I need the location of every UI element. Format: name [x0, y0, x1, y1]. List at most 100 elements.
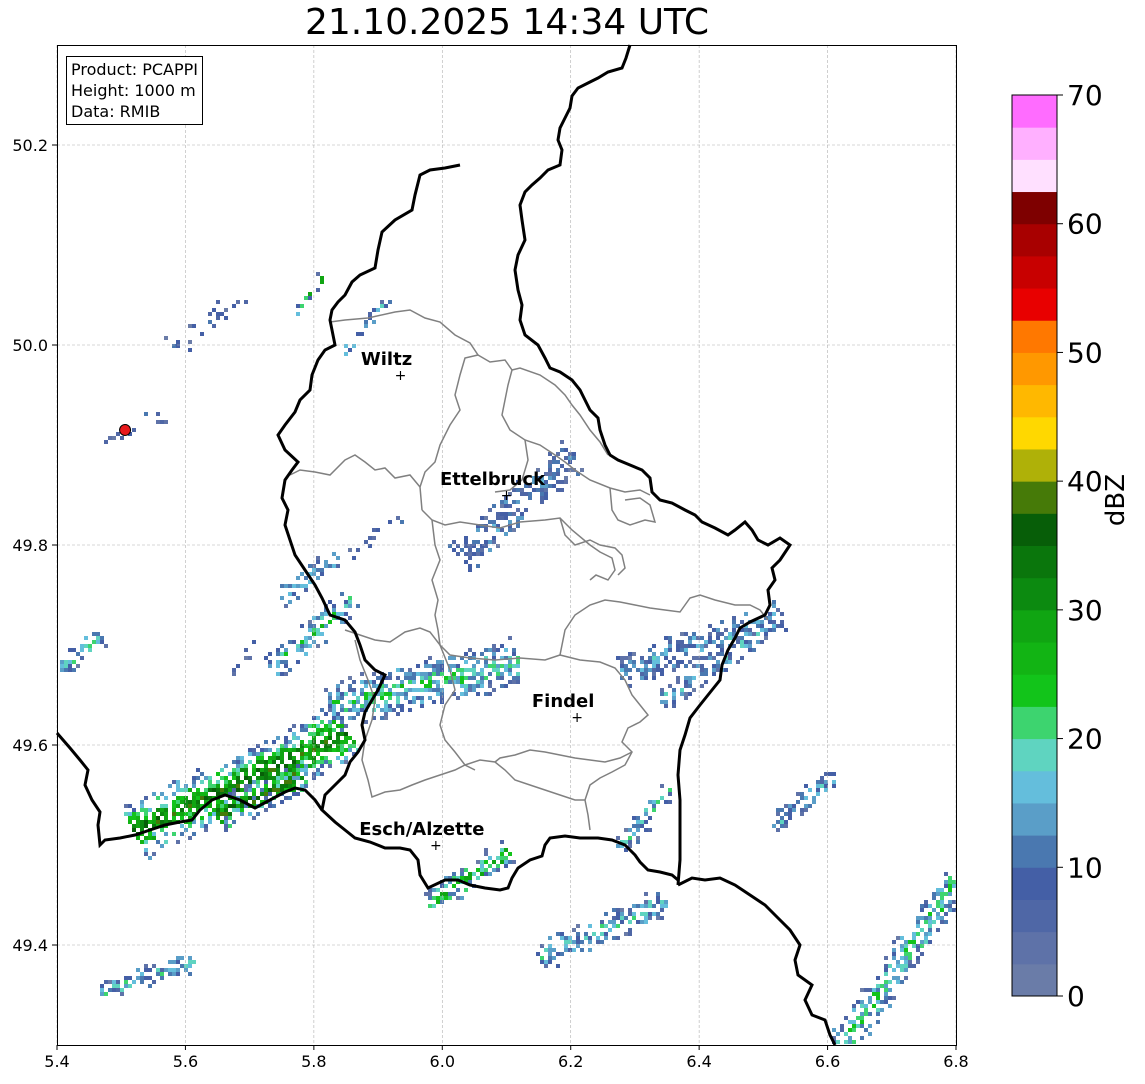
echo-pixel: [276, 784, 280, 788]
colorbar-segment: [1012, 320, 1057, 353]
echo-pixel: [324, 560, 328, 564]
echo-pixel: [624, 668, 628, 672]
echo-pixel: [788, 804, 792, 808]
echo-pixel: [236, 776, 240, 780]
echo-pixel: [340, 752, 344, 756]
echo-pixel: [456, 696, 460, 700]
echo-pixel: [572, 928, 576, 932]
echo-pixel: [684, 680, 688, 684]
x-tick-label: 5.8: [301, 1052, 326, 1071]
echo-pixel: [296, 576, 300, 580]
echo-pixel: [360, 680, 364, 684]
border-lux-de-fr: [677, 876, 837, 1046]
echo-pixel: [496, 664, 500, 668]
echo-pixel: [780, 816, 784, 820]
echo-pixel: [232, 800, 236, 804]
echo-pixel: [668, 644, 672, 648]
echo-pixel: [560, 932, 564, 936]
echo-pixel: [716, 644, 720, 648]
echo-pixel: [748, 644, 752, 648]
echo-pixel: [244, 772, 248, 776]
echo-pixel: [752, 648, 756, 652]
echo-pixel: [260, 768, 264, 772]
echo-pixel: [664, 636, 668, 640]
echo-pixel: [904, 964, 908, 968]
echo-pixel: [780, 620, 784, 624]
echo-pixel: [272, 780, 276, 784]
echo-pixel: [660, 796, 664, 800]
echo-pixel: [300, 752, 304, 756]
echo-pixel: [292, 792, 296, 796]
echo-pixel: [644, 920, 648, 924]
echo-pixel: [648, 904, 652, 908]
echo-pixel: [492, 536, 496, 540]
echo-pixel: [940, 888, 944, 892]
echo-pixel: [948, 884, 952, 888]
echo-pixel: [620, 656, 624, 660]
echo-pixel: [148, 984, 152, 988]
echo-pixel: [436, 888, 440, 892]
echo-pixel: [468, 544, 472, 548]
echo-pixel: [164, 832, 168, 836]
echo-pixel: [724, 628, 728, 632]
echo-pixel: [908, 940, 912, 944]
echo-pixel: [620, 660, 624, 664]
echo-pixel: [292, 780, 296, 784]
echo-pixel: [184, 828, 188, 832]
echo-pixel: [564, 476, 568, 480]
echo-pixel: [620, 664, 624, 668]
echo-pixel: [96, 632, 100, 636]
echo-pixel: [484, 528, 488, 532]
echo-pixel: [540, 500, 544, 504]
echo-pixel: [484, 848, 488, 852]
echo-pixel: [148, 832, 152, 836]
echo-pixel: [332, 720, 336, 724]
echo-pixel: [344, 692, 348, 696]
echo-pixel: [456, 888, 460, 892]
echo-pixel: [232, 776, 236, 780]
echo-pixel: [664, 900, 668, 904]
echo-pixel: [228, 784, 232, 788]
colorbar-segment: [1012, 738, 1057, 772]
echo-pixel: [108, 988, 112, 992]
echo-pixel: [224, 824, 228, 828]
echo-pixel: [692, 644, 696, 648]
echo-pixel: [716, 636, 720, 640]
echo-pixel: [664, 800, 668, 804]
echo-pixel: [648, 828, 652, 832]
echo-pixel: [204, 776, 208, 780]
echo-pixel: [504, 864, 508, 868]
echo-pixel: [328, 720, 332, 724]
echo-pixel: [708, 632, 712, 636]
echo-pixel: [228, 804, 232, 808]
echo-pixel: [144, 964, 148, 968]
echo-pixel: [904, 960, 908, 964]
echo-pixel: [556, 480, 560, 484]
echo-pixel: [288, 668, 292, 672]
echo-pixel: [464, 540, 468, 544]
echo-pixel: [500, 856, 504, 860]
echo-pixel: [828, 772, 832, 776]
echo-pixel: [852, 1028, 856, 1032]
echo-pixel: [544, 960, 548, 964]
echo-pixel: [280, 752, 284, 756]
echo-pixel: [472, 684, 476, 688]
echo-pixel: [660, 908, 664, 912]
echo-pixel: [268, 788, 272, 792]
echo-pixel: [924, 916, 928, 920]
echo-pixel: [496, 676, 500, 680]
echo-pixel: [288, 780, 292, 784]
echo-pixel: [304, 636, 308, 640]
echo-pixel: [232, 668, 236, 672]
echo-pixel: [276, 756, 280, 760]
echo-pixel: [144, 412, 148, 416]
echo-pixel: [592, 932, 596, 936]
echo-pixel: [348, 596, 352, 600]
echo-pixel: [660, 784, 664, 788]
echo-pixel: [500, 504, 504, 508]
echo-pixel: [260, 756, 264, 760]
echo-pixel: [852, 1020, 856, 1024]
echo-pixel: [620, 916, 624, 920]
echo-pixel: [436, 692, 440, 696]
echo-pixel: [232, 304, 236, 308]
